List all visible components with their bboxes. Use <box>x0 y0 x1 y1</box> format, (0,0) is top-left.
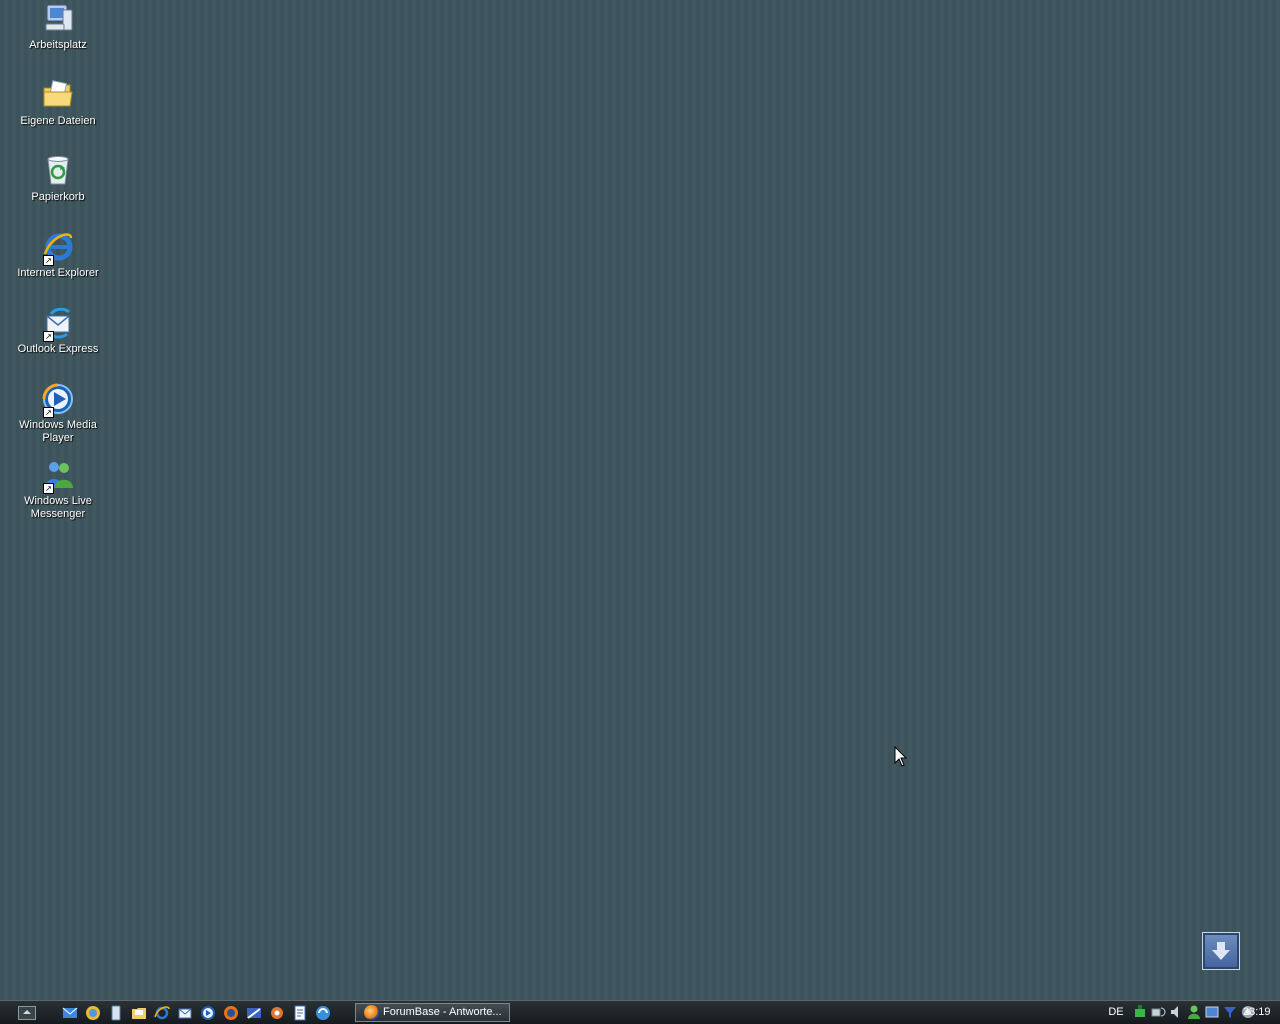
filter-icon[interactable] <box>1222 1003 1238 1021</box>
mouse-pointer-icon <box>894 746 908 767</box>
desktop-icon-label: Outlook Express <box>17 343 99 355</box>
desktop-icon-label: Windows Live Messenger <box>24 495 92 520</box>
email-client-icon[interactable] <box>62 1005 78 1021</box>
outlook-express-icon[interactable] <box>177 1005 193 1021</box>
folder-icon[interactable] <box>131 1005 147 1021</box>
recycle-bin-icon <box>41 154 75 188</box>
messenger-icon[interactable] <box>315 1005 331 1021</box>
documents-folder-icon <box>41 78 75 112</box>
firefox-icon <box>364 1005 379 1020</box>
display-settings-icon[interactable] <box>1204 1003 1220 1021</box>
download-widget-button[interactable] <box>1202 932 1240 970</box>
desktop-icon-label: Windows Media Player <box>19 419 97 444</box>
language-indicator[interactable]: DE <box>1107 1005 1125 1020</box>
system-clock[interactable]: 23:19 <box>1243 1005 1271 1020</box>
volume-icon[interactable] <box>1168 1003 1184 1021</box>
taskbar-button-forumbase[interactable]: ForumBase - Antworte... <box>355 1003 510 1022</box>
outlook-express-icon: ↗ <box>41 306 75 342</box>
settings-gear-icon[interactable] <box>269 1005 285 1021</box>
shortcut-arrow-icon: ↗ <box>43 407 54 418</box>
start-button[interactable] <box>18 1006 36 1020</box>
shortcut-arrow-icon: ↗ <box>43 483 54 494</box>
taskbar: ForumBase - Antworte... DE 23:19 <box>0 1000 1280 1024</box>
desktop-icon-eigene-dateien[interactable]: Eigene Dateien <box>2 78 114 128</box>
internet-explorer-icon[interactable] <box>154 1005 170 1021</box>
taskbar-button-label: ForumBase - Antworte... <box>383 1006 502 1018</box>
messenger-icon: ↗ <box>41 458 75 494</box>
thunderbird-icon[interactable] <box>246 1005 262 1021</box>
browser-globe-icon[interactable] <box>85 1005 101 1021</box>
shortcut-arrow-icon: ↗ <box>43 255 54 266</box>
system-tray <box>1132 1003 1256 1021</box>
desktop-icon-windows-media-player[interactable]: ↗ Windows Media Player <box>2 382 114 445</box>
wireless-network-icon[interactable] <box>1150 1003 1166 1021</box>
shortcut-arrow-icon: ↗ <box>43 331 54 342</box>
desktop-icon-label: Eigene Dateien <box>20 115 96 127</box>
arrow-down-icon <box>1212 942 1230 960</box>
messenger-status-icon[interactable] <box>1186 1003 1202 1021</box>
media-player-icon: ↗ <box>41 382 75 418</box>
desktop-icon-label: Papierkorb <box>31 191 85 203</box>
desktop-icon-arbeitsplatz[interactable]: Arbeitsplatz <box>2 2 114 52</box>
desktop-icon-label: Arbeitsplatz <box>29 39 87 51</box>
desktop-icon-label: Internet Explorer <box>17 267 99 279</box>
my-computer-icon <box>41 2 75 36</box>
computer-icon[interactable] <box>108 1005 124 1021</box>
network-status-icon[interactable] <box>1132 1003 1148 1021</box>
notepad-icon[interactable] <box>292 1005 308 1021</box>
firefox-icon[interactable] <box>223 1005 239 1021</box>
media-player-icon[interactable] <box>200 1005 216 1021</box>
desktop-icon-papierkorb[interactable]: Papierkorb <box>2 154 114 204</box>
desktop[interactable]: Arbeitsplatz Eigene Dateien Papierkorb ↗… <box>0 0 1280 1000</box>
desktop-icon-windows-live-messenger[interactable]: ↗ Windows Live Messenger <box>2 458 114 521</box>
desktop-icon-internet-explorer[interactable]: ↗ Internet Explorer <box>2 230 114 280</box>
desktop-icon-outlook-express[interactable]: ↗ Outlook Express <box>2 306 114 356</box>
quick-launch-bar <box>62 1003 331 1023</box>
internet-explorer-icon: ↗ <box>41 230 75 266</box>
